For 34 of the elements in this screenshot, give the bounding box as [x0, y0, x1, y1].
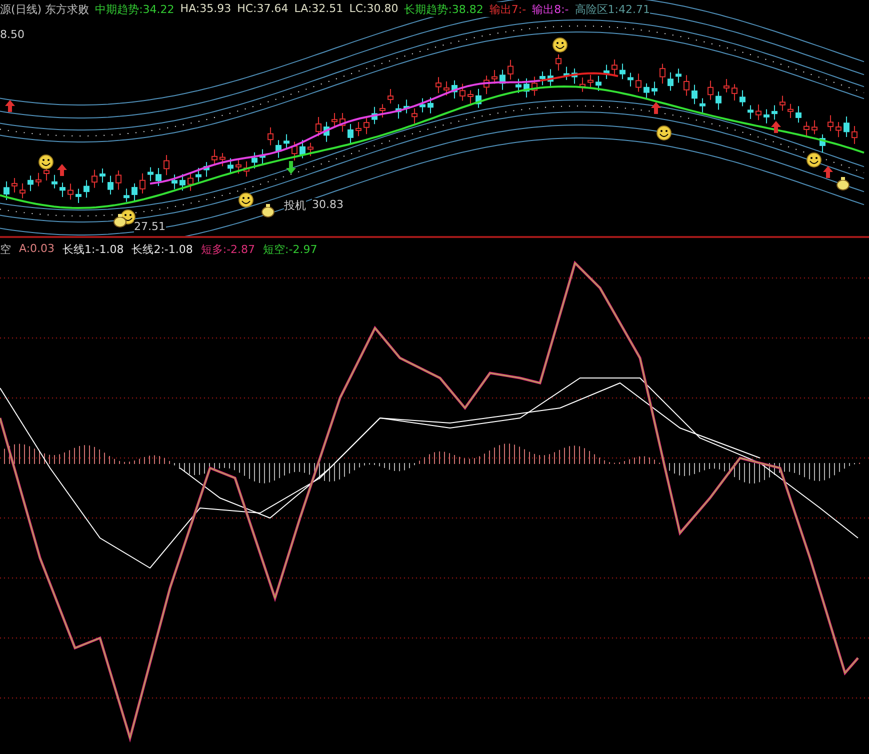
smiley-icon: [806, 152, 822, 168]
arrow-up-icon: [771, 121, 781, 133]
legend-label: 短多:-2.87: [200, 242, 256, 257]
smiley-icon: [238, 192, 254, 208]
price-label: 30.83: [312, 198, 344, 211]
legend-label: LA:32.51: [294, 2, 344, 17]
signal-label: 投机: [284, 198, 306, 213]
legend-label: 短空:-2.97: [263, 242, 318, 257]
legend-label: HA:35.93: [180, 2, 232, 17]
legend-label: A:0.03: [19, 242, 55, 257]
legend-label: 高险区1:42.71: [574, 2, 650, 17]
arrow-up-icon: [57, 164, 67, 176]
money-bag-icon: [262, 204, 274, 218]
legend-label: 输出8:-: [532, 2, 569, 17]
smiley-icon: [38, 154, 54, 170]
price-label: 27.51: [134, 220, 166, 233]
arrow-up-icon: [823, 166, 833, 178]
arrow-down-icon: [286, 161, 296, 174]
arrow-up-icon: [651, 102, 661, 114]
smiley-icon: [656, 126, 672, 140]
legend-label: 长线1:-1.08: [62, 242, 124, 257]
legend-label: 长线2:-1.08: [132, 242, 193, 257]
legend-label: 中期趋势:34.22: [95, 2, 174, 17]
legend-label: 输出7:-: [489, 2, 526, 17]
money-bag-icon: [836, 177, 850, 190]
legend-label: 长期趋势:38.82: [404, 2, 484, 17]
money-bag-icon: [114, 214, 126, 228]
legend-label: HC:37.64: [237, 2, 288, 17]
legend-label: 空: [0, 242, 11, 257]
price-label: 8.50: [0, 28, 24, 41]
arrow-up-icon: [5, 100, 15, 112]
smiley-icon: [552, 38, 568, 52]
legend-label: 源(日线) 东方求败: [0, 2, 90, 17]
legend-label: LC:30.80: [349, 2, 398, 17]
